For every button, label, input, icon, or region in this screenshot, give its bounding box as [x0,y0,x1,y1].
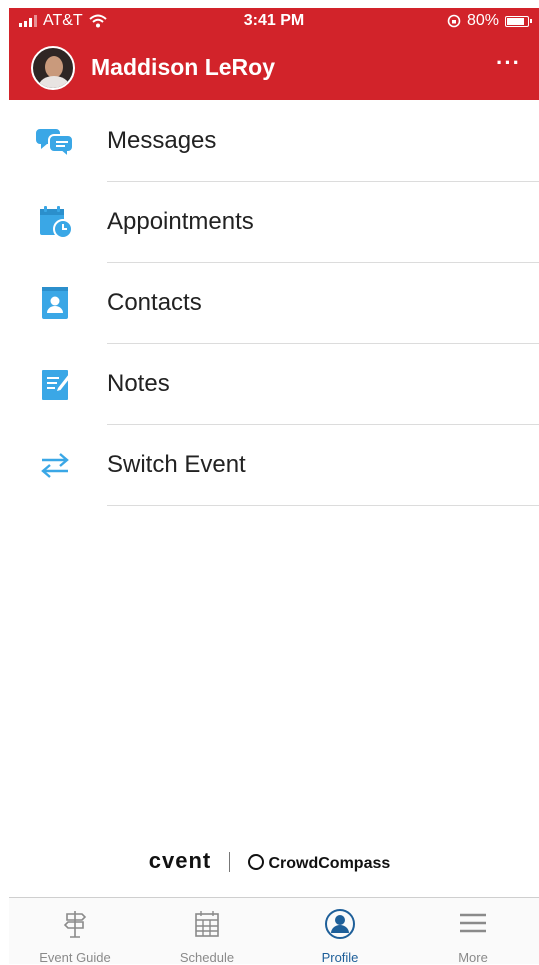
crowdcompass-logo-icon [248,854,265,870]
menu-item-label: Switch Event [107,451,246,478]
battery-icon [505,15,532,27]
tab-schedule[interactable]: Schedule [141,898,273,965]
tab-bar: Event Guide Schedule Profile More [9,897,539,965]
tab-profile[interactable]: Profile [274,898,406,965]
switch-event-icon [41,453,69,478]
brand-footer: cvent CrowdCompass [0,848,539,874]
calendar-icon [195,911,219,937]
status-right: 80% [447,12,532,30]
cvent-logo: cvent [148,848,212,873]
battery-percent: 80% [466,12,499,29]
menu-item-switch-event[interactable]: Switch Event [0,425,539,506]
profile-menu: Messages Appointments Contacts Notes Swi… [0,101,539,506]
user-name: Maddison LeRoy [91,54,276,80]
messages-icon [36,129,74,159]
signpost-icon [63,911,87,938]
menu-item-label: Appointments [107,208,254,235]
brand-divider [229,852,231,873]
avatar[interactable] [31,46,75,90]
appointments-icon [40,206,73,239]
profile-header: Maddison LeRoy ··· [9,34,539,100]
menu-item-label: Contacts [107,289,202,316]
crowdcompass-logo: CrowdCompass [268,855,391,872]
menu-item-label: Messages [107,127,217,154]
menu-item-label: Notes [107,370,170,397]
contacts-icon [42,287,68,319]
notes-icon [42,370,72,400]
menu-item-contacts[interactable]: Contacts [0,263,539,344]
menu-icon [460,913,486,933]
rotation-lock-icon [447,14,461,28]
status-bar: AT&T 3:41 PM 80% [9,8,539,34]
tab-event-guide[interactable]: Event Guide [9,898,141,965]
tab-more[interactable]: More [407,898,539,965]
divider [107,505,539,506]
profile-icon [325,909,355,939]
menu-item-notes[interactable]: Notes [0,344,539,425]
menu-item-messages[interactable]: Messages [0,101,539,182]
more-options-button[interactable]: ··· [496,50,521,76]
menu-item-appointments[interactable]: Appointments [0,182,539,263]
